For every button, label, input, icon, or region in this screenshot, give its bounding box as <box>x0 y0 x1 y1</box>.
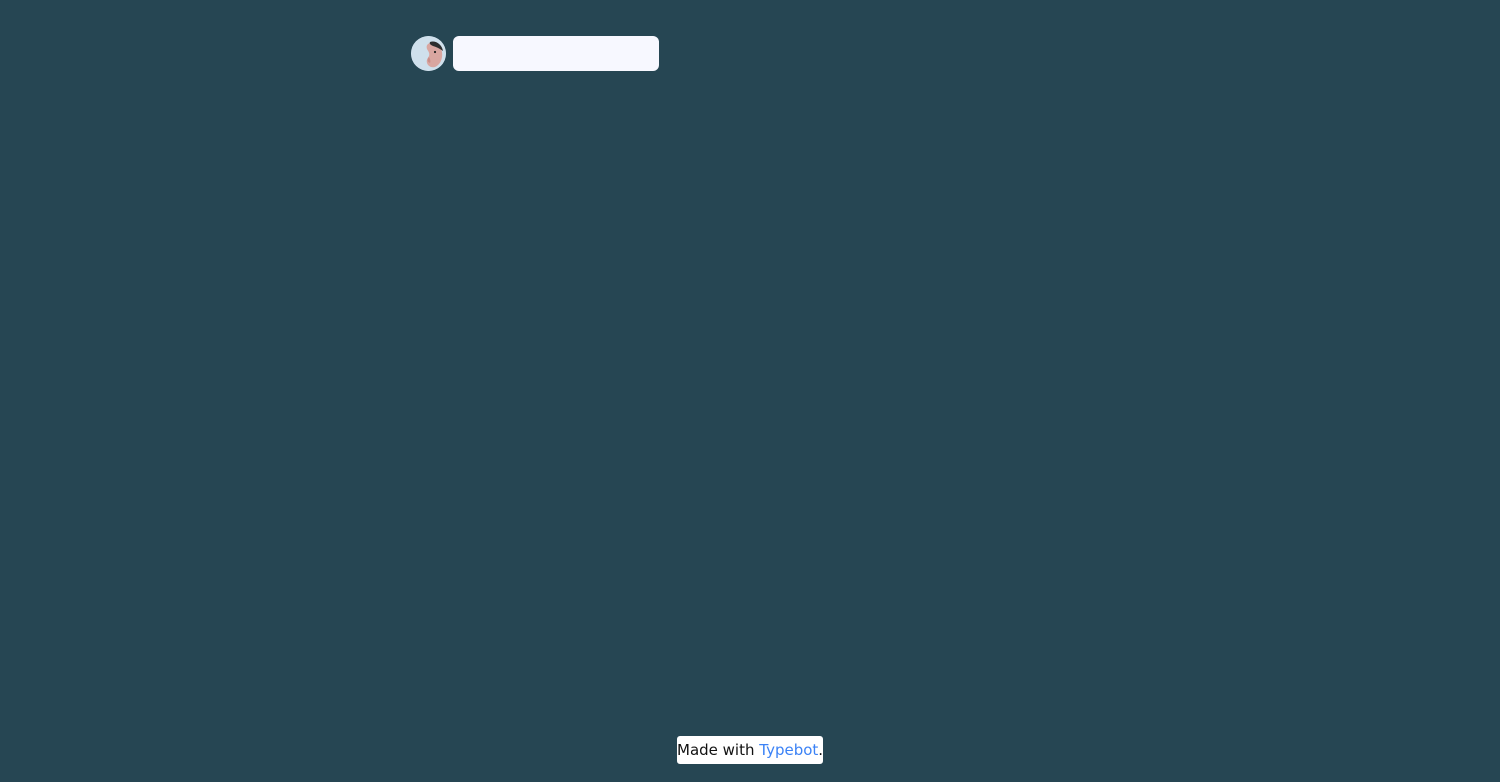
typebot-link[interactable]: Typebot <box>759 741 818 759</box>
host-avatar <box>411 36 446 71</box>
user-avatar-icon <box>411 36 446 71</box>
made-with-text: Made with <box>677 741 760 759</box>
chat-page: Made with Typebot. <box>0 0 1500 782</box>
made-with-badge: Made with Typebot. <box>677 736 823 764</box>
message-bubble <box>453 36 659 71</box>
branding-period: . <box>818 741 824 759</box>
host-message-row <box>411 36 659 71</box>
